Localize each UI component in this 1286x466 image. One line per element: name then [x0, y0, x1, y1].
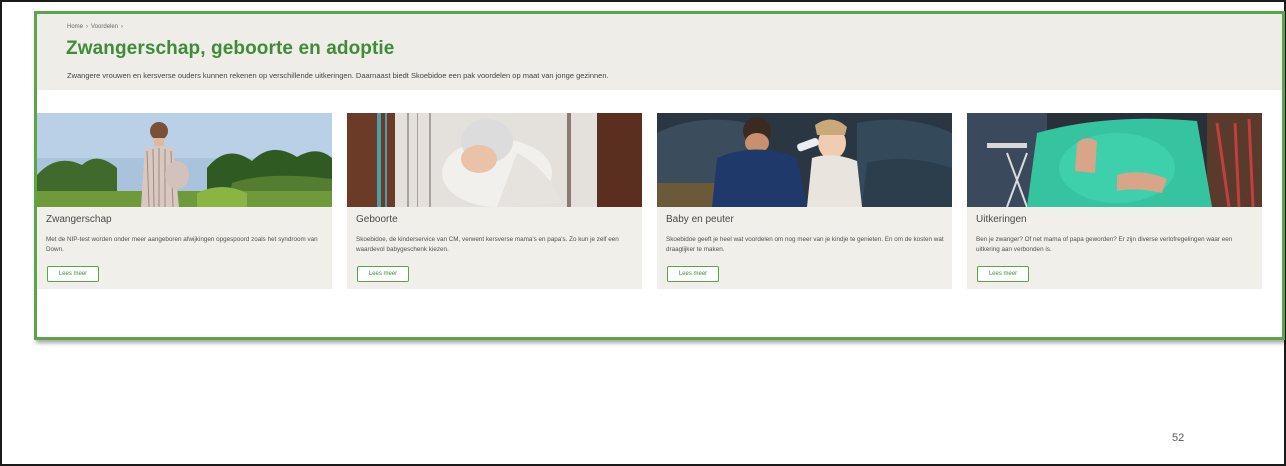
- read-more-button[interactable]: Lees meer: [667, 266, 719, 282]
- page-intro: Zwangere vrouwen en kersverse ouders kun…: [67, 71, 609, 80]
- page-title: Zwangerschap, geboorte en adoptie: [66, 38, 395, 59]
- breadcrumb-separator: ›: [86, 24, 89, 30]
- card-description: Skoebidoe geeft je heel wat voordelen om…: [666, 236, 944, 253]
- slide-page-number: 52: [1172, 432, 1185, 444]
- card-baby-en-peuter[interactable]: Baby en peuter Skoebidoe geeft je heel w…: [657, 113, 952, 289]
- card-geboorte[interactable]: Geboorte Skoebidoe, de kinderservice van…: [347, 113, 642, 289]
- card-zwangerschap[interactable]: Zwangerschap Met de NIP-test worden onde…: [37, 113, 332, 289]
- card-uitkeringen[interactable]: Uitkeringen Ben je zwanger? Of net mama …: [967, 113, 1262, 289]
- read-more-button[interactable]: Lees meer: [357, 266, 409, 282]
- card-description: Met de NIP-test worden onder meer aangeb…: [46, 236, 318, 253]
- card-title: Zwangerschap: [46, 214, 112, 225]
- card-description: Skoebidoe, de kinderservice van CM, verw…: [356, 236, 619, 253]
- father-feeding-baby-image: [657, 113, 952, 207]
- card-title: Uitkeringen: [976, 214, 1027, 225]
- card-title: Baby en peuter: [666, 214, 734, 225]
- read-more-button[interactable]: Lees meer: [47, 266, 99, 282]
- pregnant-belly-image: [967, 113, 1262, 207]
- pregnant-woman-image: [37, 113, 332, 207]
- breadcrumb-separator: ›: [121, 24, 124, 30]
- website-screenshot: Home › Voordelen › Zwangerschap, geboort…: [34, 11, 1285, 340]
- card-title: Geboorte: [356, 214, 398, 225]
- read-more-button[interactable]: Lees meer: [977, 266, 1029, 282]
- breadcrumb: Home › Voordelen ›: [67, 24, 123, 30]
- newborn-baby-image: [347, 113, 642, 207]
- breadcrumb-home[interactable]: Home: [67, 24, 83, 30]
- card-description: Ben je zwanger? Of net mama of papa gewo…: [976, 236, 1233, 253]
- breadcrumb-current[interactable]: Voordelen: [91, 24, 118, 30]
- page-header: Home › Voordelen › Zwangerschap, geboort…: [37, 14, 1282, 90]
- card-grid: Zwangerschap Met de NIP-test worden onde…: [37, 113, 1282, 289]
